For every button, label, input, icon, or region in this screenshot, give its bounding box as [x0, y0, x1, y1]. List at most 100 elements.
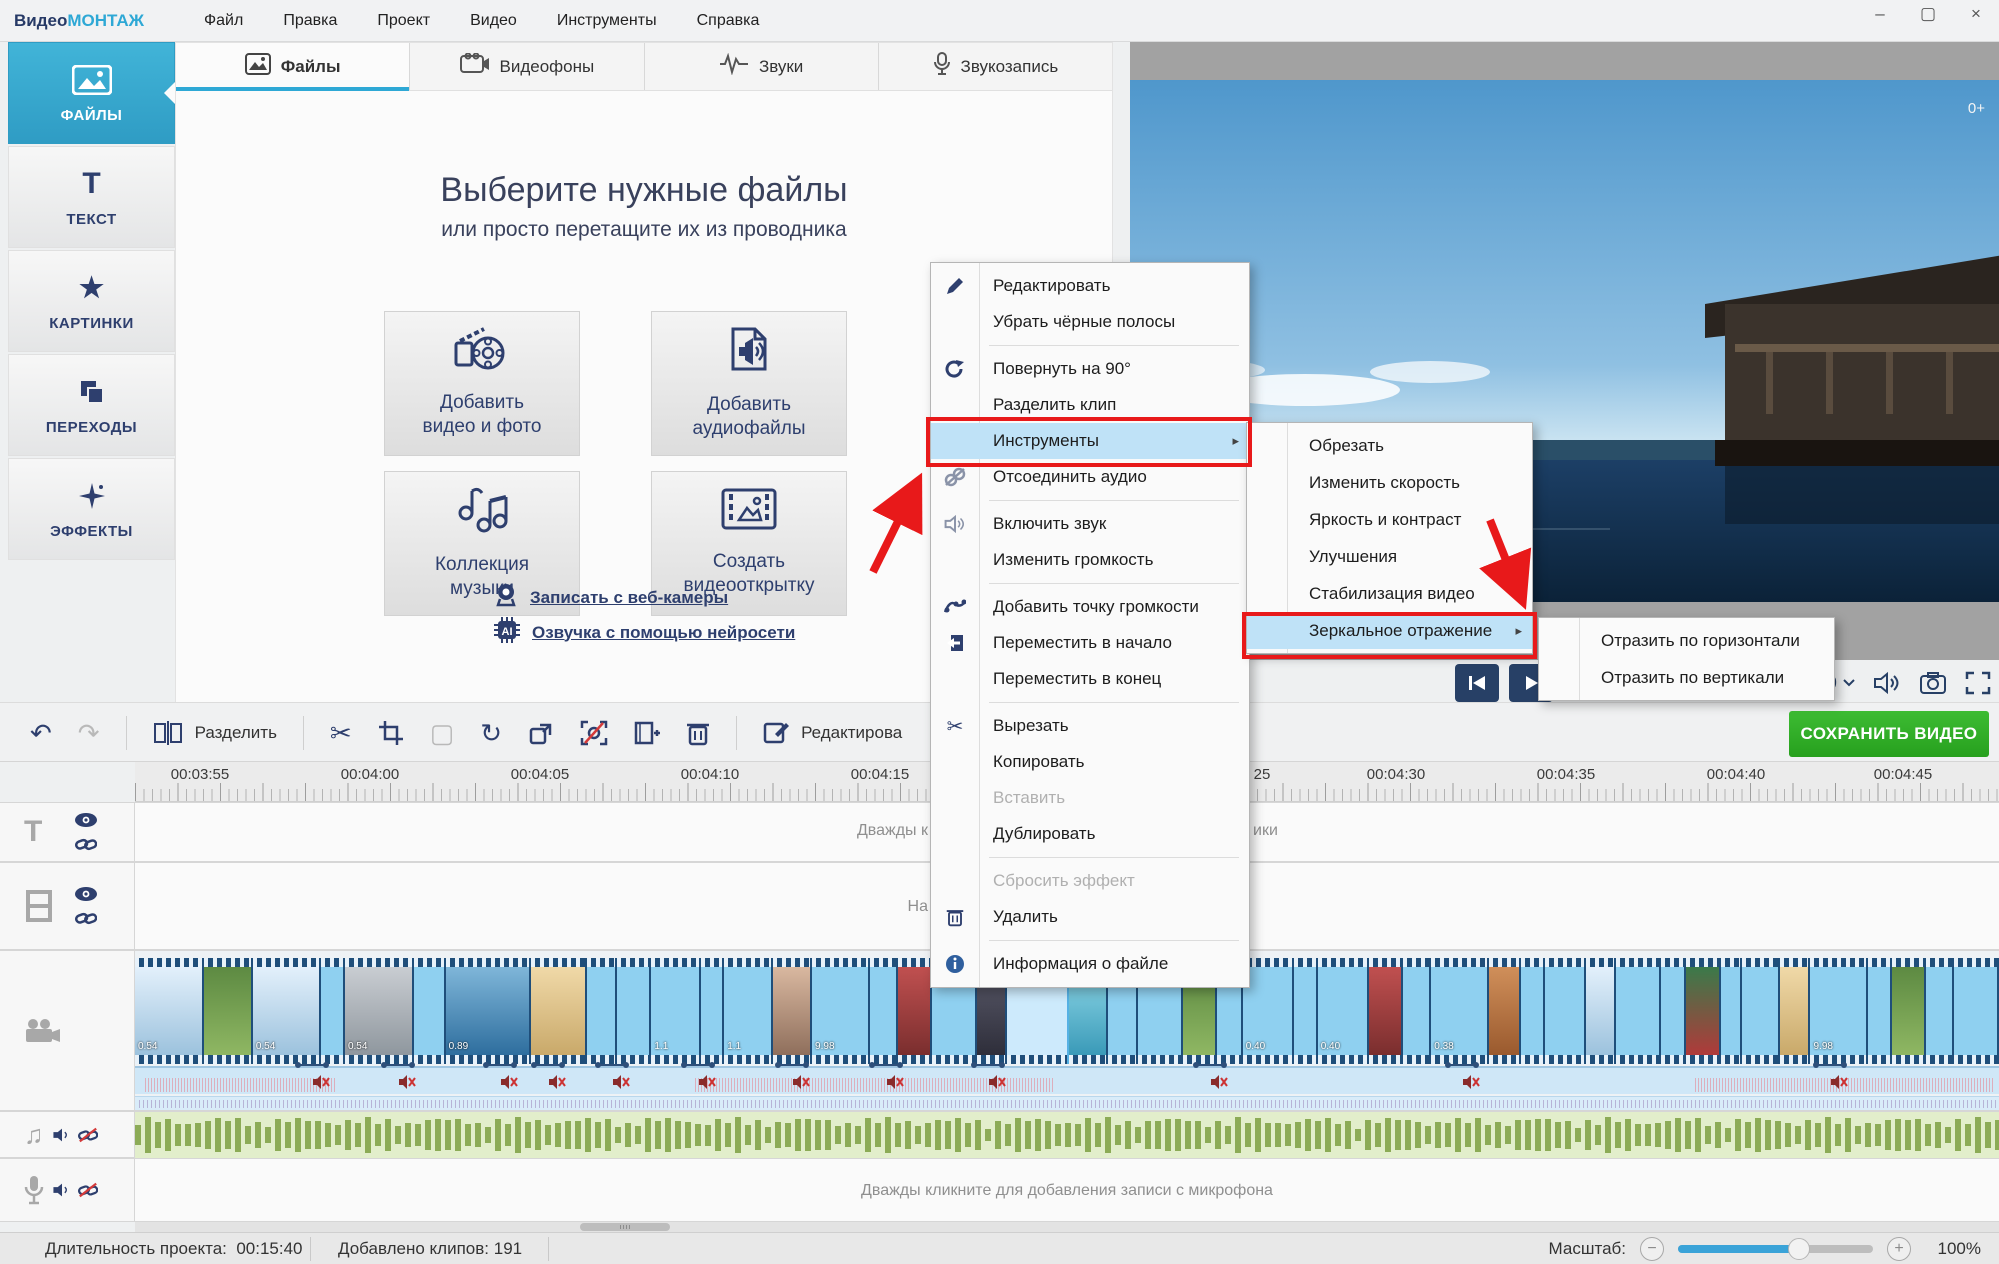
clip[interactable]	[1521, 958, 1545, 1064]
muted-speaker-icon[interactable]	[548, 1073, 566, 1091]
scrollbar-thumb[interactable]	[580, 1223, 670, 1231]
undo-icon[interactable]: ↶	[30, 720, 52, 746]
clip[interactable]: 0.54	[345, 958, 414, 1064]
tab-файлы[interactable]: Файлы	[176, 43, 410, 90]
edit-label[interactable]: Редактирова	[801, 723, 902, 743]
context-menu-item[interactable]: Копировать	[931, 744, 1249, 780]
scissors-icon[interactable]: ✂	[330, 720, 352, 746]
context-menu-item[interactable]: Сбросить эффект	[931, 863, 1249, 899]
edit-icon[interactable]	[763, 720, 789, 746]
context-menu-item[interactable]: Удалить	[931, 899, 1249, 935]
record-webcam-link[interactable]: Записать с веб-камеры	[494, 583, 728, 612]
muted-speaker-icon[interactable]	[792, 1073, 810, 1091]
muted-speaker-icon[interactable]	[1210, 1073, 1228, 1091]
clip[interactable]	[617, 958, 651, 1064]
button-add-video[interactable]: Добавитьвидео и фото	[384, 311, 580, 456]
clip[interactable]	[587, 958, 617, 1064]
context-menu-item[interactable]: Повернуть на 90°	[931, 351, 1249, 387]
speaker-icon[interactable]	[52, 1126, 72, 1144]
speaker-icon[interactable]	[1873, 671, 1901, 695]
visibility-icon[interactable]	[74, 812, 98, 828]
clip[interactable]	[414, 958, 446, 1064]
clip[interactable]	[1954, 958, 1999, 1064]
skip-start-button[interactable]	[1455, 664, 1499, 702]
tools-submenu-item[interactable]: Стабилизация видео	[1247, 575, 1532, 612]
context-menu-item[interactable]: Дублировать	[931, 816, 1249, 852]
context-menu-item[interactable]: Инструменты▸	[931, 423, 1249, 459]
menu-инструменты[interactable]: Инструменты	[539, 6, 675, 36]
snapshot-icon[interactable]	[1919, 671, 1947, 695]
clip[interactable]	[1369, 958, 1403, 1064]
speaker-icon[interactable]	[52, 1181, 72, 1199]
crop-icon[interactable]	[378, 720, 404, 746]
visibility-icon[interactable]	[74, 886, 98, 902]
clip[interactable]	[701, 958, 725, 1064]
muted-speaker-icon[interactable]	[398, 1073, 416, 1091]
timeline-scrollbar[interactable]	[135, 1222, 1999, 1232]
context-menu-item[interactable]: Переместить в конец	[931, 661, 1249, 697]
context-menu-item[interactable]: ✂Вырезать	[931, 708, 1249, 744]
tab-звуки[interactable]: Звуки	[645, 43, 879, 90]
sidebar-item-текст[interactable]: TТЕКСТ	[8, 146, 175, 248]
clip[interactable]: 0.38	[1431, 958, 1489, 1064]
context-menu-item[interactable]: Добавить точку громкости	[931, 589, 1249, 625]
context-menu-item[interactable]: Переместить в начало	[931, 625, 1249, 661]
muted-speaker-icon[interactable]	[1462, 1073, 1480, 1091]
clip[interactable]: 1.1	[724, 958, 773, 1064]
context-menu-item[interactable]: Отсоединить аудио	[931, 459, 1249, 495]
redo-icon[interactable]: ↷	[78, 720, 100, 746]
rotate-icon[interactable]: ↻	[480, 720, 502, 746]
context-menu-item[interactable]: Разделить клип	[931, 387, 1249, 423]
minimize-button[interactable]: –	[1867, 4, 1893, 24]
tools-submenu-item[interactable]: Обрезать	[1247, 427, 1532, 464]
maximize-button[interactable]: ▢	[1915, 4, 1941, 24]
muted-speaker-icon[interactable]	[612, 1073, 630, 1091]
sidebar-item-файлы[interactable]: ФАЙЛЫ	[8, 42, 175, 144]
sidebar-item-эффекты[interactable]: ЭФФЕКТЫ	[8, 458, 175, 560]
muted-speaker-icon[interactable]	[500, 1073, 518, 1091]
clip[interactable]	[1721, 958, 1742, 1064]
link-icon[interactable]	[75, 836, 97, 852]
link-icon[interactable]	[75, 910, 97, 926]
menu-видео[interactable]: Видео	[452, 6, 535, 36]
clip[interactable]: 0.54	[253, 958, 322, 1064]
clip[interactable]	[1489, 958, 1521, 1064]
clip[interactable]: 9.98	[1810, 958, 1868, 1064]
button-add-audio[interactable]: Добавитьаудиофайлы	[651, 311, 847, 456]
clip[interactable]	[898, 958, 932, 1064]
clip[interactable]	[1892, 958, 1926, 1064]
clip[interactable]	[1661, 958, 1687, 1064]
clip[interactable]	[870, 958, 898, 1064]
context-menu-item[interactable]: Убрать чёрные полосы	[931, 304, 1249, 340]
context-menu-item[interactable]: Информация о файле	[931, 946, 1249, 982]
clip[interactable]	[1294, 958, 1318, 1064]
clip[interactable]	[321, 958, 345, 1064]
clip[interactable]: 0.40	[1243, 958, 1294, 1064]
muted-speaker-icon[interactable]	[1830, 1073, 1848, 1091]
focus-off-icon[interactable]	[580, 720, 608, 746]
clip[interactable]	[1742, 958, 1781, 1064]
zoom-slider-thumb[interactable]	[1788, 1238, 1810, 1260]
tab-звукозапись[interactable]: Звукозапись	[879, 43, 1112, 90]
context-menu-item[interactable]: Редактировать	[931, 268, 1249, 304]
context-menu-item[interactable]: Вставить	[931, 780, 1249, 816]
split-icon[interactable]	[153, 720, 183, 746]
mirror-submenu-item[interactable]: Отразить по вертикали	[1539, 659, 1834, 696]
clip[interactable]	[1403, 958, 1431, 1064]
muted-speaker-icon[interactable]	[988, 1073, 1006, 1091]
menu-файл[interactable]: Файл	[186, 6, 261, 36]
clip[interactable]: 1.1	[651, 958, 700, 1064]
trash-icon[interactable]	[686, 720, 710, 746]
tools-submenu-item[interactable]: Изменить скорость	[1247, 464, 1532, 501]
context-menu-item[interactable]: Включить звук	[931, 506, 1249, 542]
unlink-icon[interactable]	[78, 1127, 98, 1143]
tools-submenu-item[interactable]: Улучшения	[1247, 538, 1532, 575]
zoom-out-button[interactable]: −	[1640, 1237, 1664, 1261]
ai-voiceover-link[interactable]: AIОзвучка с помощью нейросети	[494, 617, 795, 648]
muted-speaker-icon[interactable]	[312, 1073, 330, 1091]
save-video-button[interactable]: СОХРАНИТЬ ВИДЕО	[1789, 711, 1989, 757]
zoom-slider[interactable]	[1678, 1245, 1873, 1253]
tools-submenu-item[interactable]: Зеркальное отражение▸	[1247, 612, 1532, 649]
context-menu-item[interactable]: Изменить громкость	[931, 542, 1249, 578]
sidebar-item-переходы[interactable]: ПЕРЕХОДЫ	[8, 354, 175, 456]
